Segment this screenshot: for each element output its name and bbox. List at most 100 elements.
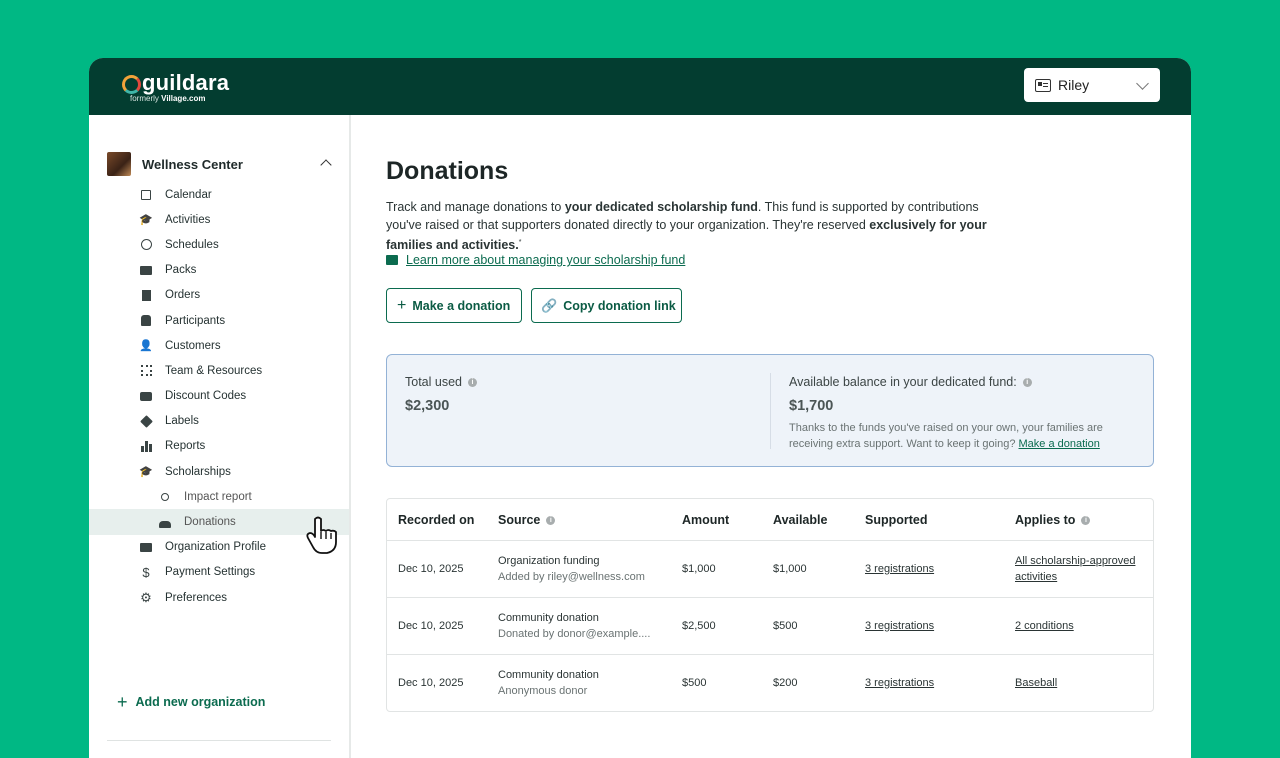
copy-donation-link-label: Copy donation link bbox=[563, 298, 676, 313]
info-icon[interactable]: i bbox=[546, 515, 556, 525]
person-icon: 👤 bbox=[139, 340, 153, 353]
page-description: Track and manage donations to your dedic… bbox=[386, 200, 987, 253]
sidebar-item-label: Schedules bbox=[165, 238, 219, 251]
sidebar-item-payment-settings[interactable]: $ Payment Settings bbox=[89, 560, 349, 585]
column-header-amount[interactable]: Amount bbox=[682, 513, 729, 527]
sidebar-item-orders[interactable]: Orders bbox=[89, 283, 349, 308]
donations-table: Recorded on Source i Amount Available Sup… bbox=[386, 498, 1154, 712]
make-donation-label: Make a donation bbox=[412, 298, 511, 313]
applies-to-link[interactable]: Baseball bbox=[1015, 677, 1057, 689]
table-row[interactable]: Dec 10, 2025 Community donation Anonymous… bbox=[387, 655, 1153, 711]
book-icon bbox=[386, 255, 398, 265]
clock-icon bbox=[140, 239, 152, 251]
dollar-icon: $ bbox=[142, 564, 150, 580]
sidebar-item-discount-codes[interactable]: Discount Codes bbox=[89, 384, 349, 409]
logo[interactable]: guildara formerly Village.com bbox=[122, 71, 229, 103]
source-cell: Community donation Anonymous donor bbox=[498, 669, 599, 697]
info-icon[interactable]: i bbox=[1081, 515, 1091, 525]
graduation-cap-icon: 🎓 bbox=[139, 214, 153, 227]
make-donation-button[interactable]: + Make a donation bbox=[386, 288, 522, 323]
amount-cell: $500 bbox=[682, 677, 707, 689]
sidebar-item-label: Scholarships bbox=[165, 465, 231, 478]
source-cell: Community donation Donated by donor@examp… bbox=[498, 612, 651, 640]
plus-icon: + bbox=[117, 692, 128, 712]
sidebar-item-schedules[interactable]: Schedules bbox=[89, 232, 349, 257]
org-avatar bbox=[107, 152, 131, 176]
add-organization-label: Add new organization bbox=[135, 695, 266, 709]
sidebar-item-label: Preferences bbox=[165, 591, 228, 604]
sidebar-item-activities[interactable]: 🎓 Activities bbox=[89, 207, 349, 232]
sidebar-item-label: Payment Settings bbox=[165, 566, 256, 579]
supported-registrations-link[interactable]: 3 registrations bbox=[865, 563, 934, 575]
sidebar-item-label: Labels bbox=[165, 415, 199, 428]
sidebar-item-label: Donations bbox=[184, 516, 236, 529]
info-icon[interactable]: i bbox=[467, 377, 477, 387]
info-icon[interactable]: i bbox=[1022, 377, 1032, 387]
balance-note: Thanks to the funds you've raised on you… bbox=[789, 422, 1103, 450]
supported-registrations-link[interactable]: 3 registrations bbox=[865, 620, 934, 632]
applies-to-cell: Baseball bbox=[1015, 675, 1150, 691]
org-header[interactable]: Wellness Center bbox=[107, 152, 243, 176]
table-row[interactable]: Dec 10, 2025 Organization funding Added b… bbox=[387, 541, 1153, 598]
total-used-section: Total used i $2,300 bbox=[405, 375, 477, 414]
sidebar-item-calendar[interactable]: Calendar bbox=[89, 182, 349, 207]
column-header-supported[interactable]: Supported bbox=[865, 513, 928, 527]
learn-more-link[interactable]: Learn more about managing your scholarsh… bbox=[386, 253, 685, 267]
participant-icon bbox=[140, 315, 152, 327]
available-balance-label: Available balance in your dedicated fund… bbox=[789, 375, 1017, 389]
sidebar: Wellness Center Calendar 🎓 Activities Sch… bbox=[89, 115, 351, 758]
supported-cell: 3 registrations bbox=[865, 618, 934, 634]
page-title: Donations bbox=[386, 157, 509, 185]
make-donation-link[interactable]: Make a donation bbox=[1019, 438, 1100, 450]
sidebar-item-team-resources[interactable]: Team & Resources bbox=[89, 358, 349, 383]
column-header-applies-to[interactable]: Applies to i bbox=[1015, 513, 1150, 527]
logo-mark-icon bbox=[122, 74, 141, 94]
bar-chart-icon bbox=[140, 440, 152, 453]
plus-icon: + bbox=[397, 296, 407, 314]
supported-cell: 3 registrations bbox=[865, 561, 934, 577]
available-cell: $200 bbox=[773, 677, 798, 689]
column-header-recorded-on[interactable]: Recorded on bbox=[398, 513, 474, 527]
available-balance-section: Available balance in your dedicated fund… bbox=[789, 375, 1129, 452]
applies-to-link[interactable]: All scholarship-approved activities bbox=[1015, 555, 1135, 583]
applies-to-cell: 2 conditions bbox=[1015, 618, 1150, 634]
sidebar-item-label: Organization Profile bbox=[165, 541, 266, 554]
total-used-label: Total used bbox=[405, 375, 462, 389]
column-header-available[interactable]: Available bbox=[773, 513, 827, 527]
recorded-on-cell: Dec 10, 2025 bbox=[398, 563, 464, 575]
receipt-icon bbox=[140, 289, 152, 301]
account-switcher[interactable]: Riley bbox=[1024, 68, 1160, 102]
chevron-up-icon[interactable] bbox=[320, 159, 332, 171]
recorded-on-cell: Dec 10, 2025 bbox=[398, 620, 464, 632]
total-used-value: $2,300 bbox=[405, 398, 450, 414]
applies-to-cell: All scholarship-approved activities bbox=[1015, 553, 1150, 585]
sidebar-item-preferences[interactable]: ⚙ Preferences bbox=[89, 585, 349, 610]
gear-icon: ⚙ bbox=[140, 589, 152, 605]
available-cell: $500 bbox=[773, 620, 798, 632]
sidebar-item-customers[interactable]: 👤 Customers bbox=[89, 333, 349, 358]
sidebar-item-label: Calendar bbox=[165, 188, 212, 201]
sidebar-item-scholarships[interactable]: 🎓 Scholarships bbox=[89, 459, 349, 484]
column-header-source[interactable]: Source i bbox=[498, 513, 556, 527]
supported-registrations-link[interactable]: 3 registrations bbox=[865, 677, 934, 689]
sidebar-item-participants[interactable]: Participants bbox=[89, 308, 349, 333]
sidebar-item-label: Participants bbox=[165, 314, 226, 327]
applies-to-link[interactable]: 2 conditions bbox=[1015, 620, 1074, 632]
available-cell: $1,000 bbox=[773, 563, 807, 575]
team-icon bbox=[140, 365, 152, 377]
copy-donation-link-button[interactable]: 🔗 Copy donation link bbox=[531, 288, 682, 323]
graduation-cap-icon: 🎓 bbox=[139, 466, 153, 479]
add-organization-button[interactable]: + Add new organization bbox=[117, 692, 266, 712]
available-balance-value: $1,700 bbox=[789, 398, 834, 414]
sidebar-item-reports[interactable]: Reports bbox=[89, 434, 349, 459]
sidebar-item-label: Packs bbox=[165, 264, 197, 277]
chevron-down-icon bbox=[1136, 77, 1149, 90]
sidebar-item-impact-report[interactable]: Impact report bbox=[89, 484, 349, 509]
sidebar-item-labels[interactable]: Labels bbox=[89, 409, 349, 434]
brand-subtitle: formerly Village.com bbox=[130, 94, 206, 103]
table-row[interactable]: Dec 10, 2025 Community donation Donated b… bbox=[387, 598, 1153, 655]
pointer-hand-cursor-icon bbox=[306, 516, 337, 554]
sidebar-divider bbox=[107, 740, 331, 741]
sidebar-item-label: Discount Codes bbox=[165, 390, 247, 403]
sidebar-item-packs[interactable]: Packs bbox=[89, 258, 349, 283]
